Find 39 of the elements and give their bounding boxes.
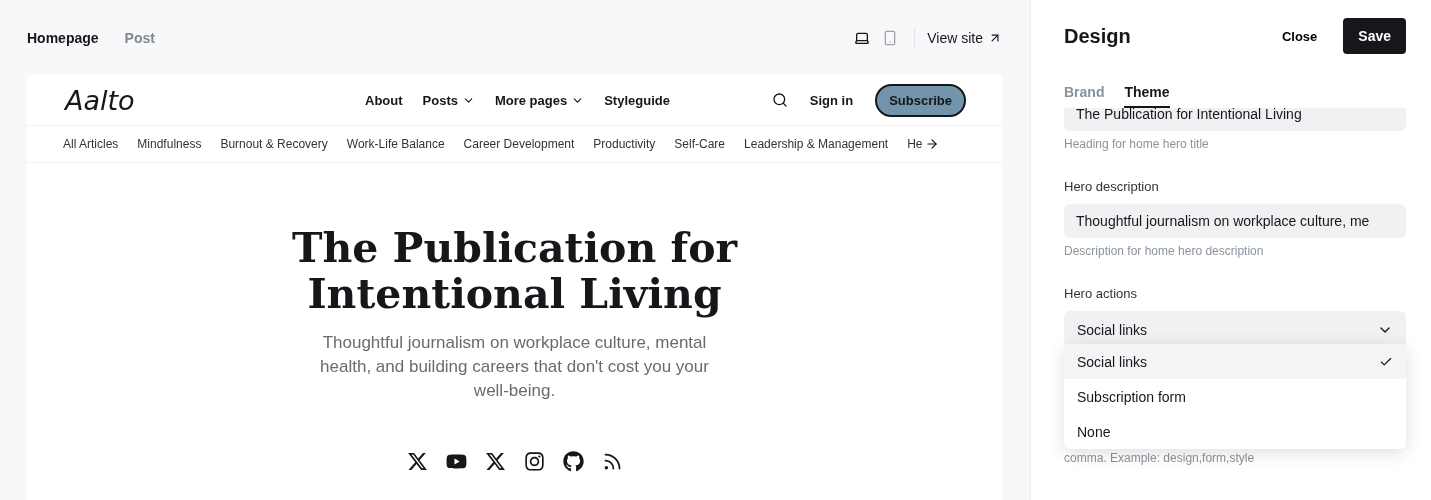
search-icon[interactable]	[771, 92, 788, 108]
sign-in-link[interactable]: Sign in	[809, 92, 854, 108]
hero-description-field[interactable]: Thoughtful journalism on workplace culture, me	[1064, 204, 1406, 238]
editor-tab[interactable]: Homepage	[27, 29, 99, 46]
close-button[interactable]: Close	[1273, 20, 1326, 52]
category-link[interactable]: Mindfulness	[137, 137, 202, 151]
field-label: Hero actions	[1064, 286, 1138, 301]
hero-description: Thoughtful journalism on workplace culture, mental health, and building careers that don't cost you your well-being.	[319, 332, 710, 402]
category-link[interactable]: Work-Life Balance	[346, 137, 445, 151]
category-link[interactable]: Self-Care	[674, 137, 726, 151]
hero-title: The Publication for Intentional Living	[290, 225, 739, 317]
nav-link[interactable]: About	[365, 92, 403, 108]
instagram-icon[interactable]	[523, 451, 545, 472]
site-logo: Aalto	[65, 84, 136, 116]
category-link[interactable]: Leadership & Management	[744, 137, 889, 151]
nav-link[interactable]: Styleguide	[604, 92, 670, 108]
panel-title: Design	[1064, 24, 1132, 48]
nav-link[interactable]: More pages	[494, 92, 585, 108]
field-hint: comma. Example: design,form,style	[1064, 451, 1256, 465]
hero-title-field[interactable]: The Publication for Intentional Living	[1064, 108, 1406, 131]
category-link[interactable]: All Articles	[63, 137, 119, 151]
category-link[interactable]: Productivity	[593, 137, 656, 151]
field-label: Hero description	[1064, 179, 1160, 194]
dropdown-option[interactable]: Subscription form	[1064, 379, 1406, 414]
save-button[interactable]: Save	[1343, 18, 1406, 54]
dropdown-option[interactable]: None	[1064, 414, 1406, 449]
category-link[interactable]: Career Development	[463, 137, 575, 151]
x-icon[interactable]	[484, 451, 506, 472]
x-icon[interactable]	[406, 451, 428, 472]
category-link[interactable]: He	[907, 137, 923, 151]
dropdown-option[interactable]: Social links	[1064, 344, 1406, 379]
subscribe-button[interactable]: Subscribe	[875, 83, 966, 117]
field-hint: Heading for home hero title	[1064, 137, 1210, 151]
github-icon[interactable]	[562, 451, 584, 472]
view-site-link[interactable]: View site	[927, 29, 1002, 46]
category-link[interactable]: Burnout & Recovery	[220, 137, 328, 151]
nav-link[interactable]: Posts	[422, 92, 475, 108]
field-hint: Description for home hero description	[1064, 244, 1265, 258]
arrow-right-icon[interactable]	[925, 137, 940, 151]
